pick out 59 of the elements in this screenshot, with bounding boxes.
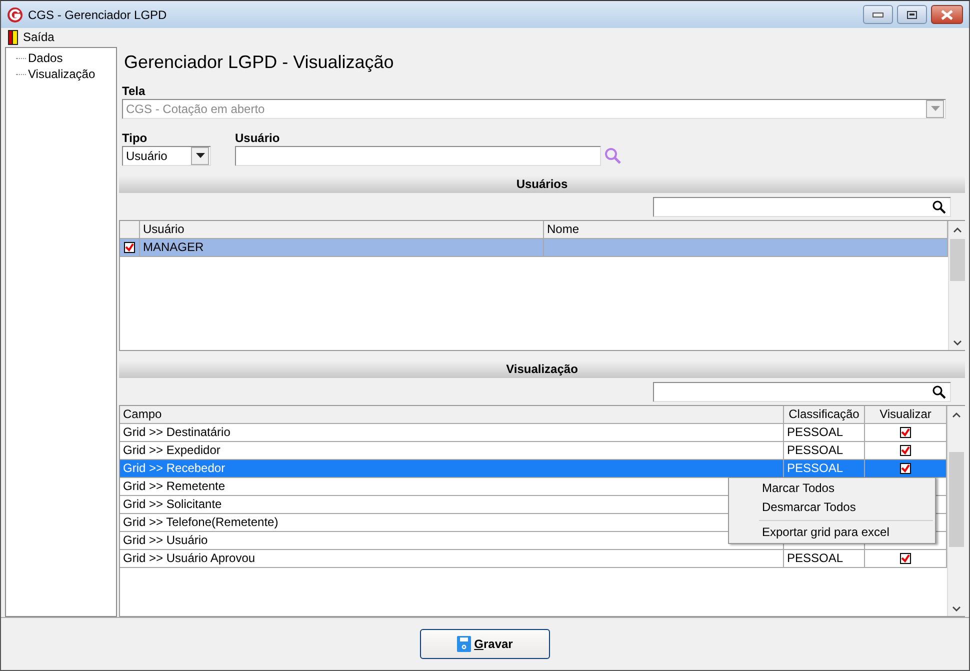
table-cell[interactable]: Grid >> Telefone(Remetente) xyxy=(123,514,278,529)
search-icon xyxy=(932,200,946,214)
menu-item[interactable]: Marcar Todos xyxy=(729,478,935,498)
tree-item[interactable]: Visualização xyxy=(28,67,96,81)
menu-item[interactable]: Exportar grid para excel xyxy=(729,522,935,542)
table-cell: PESSOAL xyxy=(787,442,844,457)
field-label: Usuário xyxy=(234,130,281,146)
table-cell[interactable]: Grid >> Recebedor xyxy=(123,460,226,475)
table-cell: MANAGER xyxy=(140,238,544,256)
dropdown-arrow-icon xyxy=(196,153,204,158)
scrollbar[interactable] xyxy=(947,406,965,616)
field-label: Tipo xyxy=(121,130,148,146)
menu-item[interactable]: Desmarcar Todos xyxy=(729,498,935,517)
page-heading: Gerenciador LGPD - Visualização xyxy=(123,51,395,74)
column-header[interactable]: Campo xyxy=(120,406,784,423)
scroll-down-icon[interactable] xyxy=(952,606,961,612)
scroll-up-icon[interactable] xyxy=(953,226,962,233)
table-cell: PESSOAL xyxy=(787,424,844,439)
table-cell: PESSOAL xyxy=(787,460,844,475)
section-header: Visualização xyxy=(119,360,965,378)
dropdown-arrow-icon xyxy=(930,106,940,112)
table-cell[interactable]: Grid >> Usuário Aprovou xyxy=(123,550,256,565)
search-icon[interactable] xyxy=(604,146,622,165)
section-header: Usuários xyxy=(119,174,965,193)
checkbox[interactable] xyxy=(900,444,911,456)
tree-item[interactable]: Dados xyxy=(28,51,63,65)
checkbox[interactable] xyxy=(900,462,911,474)
save-button[interactable]: Gravar xyxy=(420,629,550,659)
column-header[interactable]: Usuário xyxy=(140,220,544,238)
window-title: CGS - Gerenciador LGPD xyxy=(28,8,168,22)
checkbox[interactable] xyxy=(900,426,911,438)
checkbox[interactable] xyxy=(124,242,135,253)
scroll-up-icon[interactable] xyxy=(952,412,961,418)
table-row[interactable]: MANAGER xyxy=(120,238,948,257)
scroll-down-icon[interactable] xyxy=(953,340,962,346)
search-field[interactable] xyxy=(653,196,951,217)
table-cell[interactable]: Grid >> Expedidor xyxy=(123,442,220,457)
search-field[interactable] xyxy=(653,382,951,402)
scrollbar[interactable] xyxy=(948,220,966,350)
close-button[interactable] xyxy=(931,5,963,24)
checkbox[interactable] xyxy=(900,552,911,564)
table-cell[interactable]: Grid >> Solicitante xyxy=(123,496,222,511)
minimize-button[interactable] xyxy=(863,5,893,24)
table-cell[interactable]: Grid >> Usuário xyxy=(123,532,208,547)
search-icon xyxy=(932,384,946,399)
exit-door-icon xyxy=(8,30,18,44)
close-icon xyxy=(940,10,954,20)
field-label: Tela xyxy=(121,82,146,99)
type-dropdown[interactable]: Usuário xyxy=(122,146,211,166)
maximize-icon xyxy=(906,10,918,20)
user-input-field[interactable] xyxy=(235,146,601,166)
minimize-icon xyxy=(872,12,884,18)
app-logo-icon xyxy=(7,6,23,22)
table-cell[interactable]: Grid >> Destinatário xyxy=(123,424,230,439)
table-cell[interactable]: Grid >> Remetente xyxy=(123,478,226,493)
maximize-button[interactable] xyxy=(897,5,927,24)
table-cell: PESSOAL xyxy=(787,550,844,565)
menu-item[interactable]: Saída xyxy=(6,30,56,44)
column-header[interactable]: Classificação xyxy=(784,406,865,423)
